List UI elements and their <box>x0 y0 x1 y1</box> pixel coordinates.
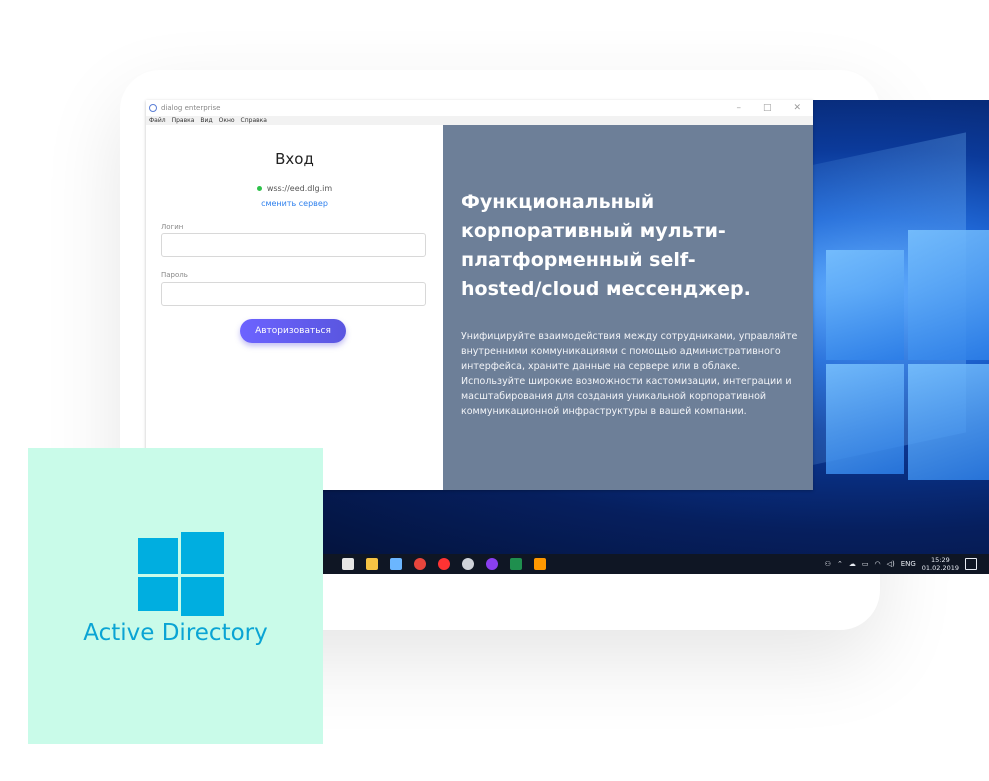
app-window: dialog enterprise – □ ✕ Файл Правка Вид … <box>146 100 813 490</box>
notepad-icon[interactable] <box>390 558 402 570</box>
menu-bar: Файл Правка Вид Окно Справка <box>146 116 813 125</box>
window-content: Вход wss://eed.dlg.im сменить сервер Лог… <box>146 125 813 490</box>
server-status: wss://eed.dlg.im <box>146 184 443 193</box>
password-input[interactable] <box>161 282 426 306</box>
server-address: wss://eed.dlg.im <box>266 184 333 193</box>
menu-view[interactable]: Вид <box>200 117 212 124</box>
windows-wallpaper-logo <box>826 230 989 480</box>
change-server-link[interactable]: сменить сервер <box>146 199 443 208</box>
battery-icon[interactable]: ▭ <box>862 560 869 568</box>
excel-icon[interactable] <box>510 558 522 570</box>
promo-headline: Функциональный корпоративный мульти-плат… <box>461 191 751 300</box>
menu-window[interactable]: Окно <box>219 117 235 124</box>
file-explorer-icon[interactable] <box>366 558 378 570</box>
system-tray: ⚇ ⌃ ☁ ▭ ◠ ◁) ENG 15:29 01.02.2019 <box>825 554 977 574</box>
title-bar: dialog enterprise – □ ✕ <box>146 100 813 116</box>
active-directory-card: Active Directory <box>28 448 323 744</box>
taskbar-apps <box>342 554 546 574</box>
login-panel: Вход wss://eed.dlg.im сменить сервер Лог… <box>146 125 443 490</box>
people-icon[interactable]: ⚇ <box>825 560 831 568</box>
windows-logo-icon <box>138 532 224 616</box>
app-icon <box>149 104 157 112</box>
close-button[interactable]: ✕ <box>793 103 801 113</box>
status-dot-icon <box>256 186 262 191</box>
login-label: Логин <box>161 223 184 231</box>
wifi-icon[interactable]: ◠ <box>874 560 880 568</box>
minimize-button[interactable]: – <box>736 103 741 113</box>
language-indicator[interactable]: ENG <box>901 560 916 568</box>
window-title: dialog enterprise <box>161 104 221 112</box>
clock-time: 15:29 <box>931 556 950 564</box>
chevron-up-icon[interactable]: ⌃ <box>837 560 843 568</box>
sublime-icon[interactable] <box>534 558 546 570</box>
promo-panel: Функциональный корпоративный мульти-плат… <box>443 125 813 490</box>
notification-icon[interactable] <box>965 558 977 570</box>
menu-file[interactable]: Файл <box>149 117 166 124</box>
calculator-icon[interactable] <box>342 558 354 570</box>
yandex-browser-icon[interactable] <box>438 558 450 570</box>
obs-icon[interactable] <box>462 558 474 570</box>
onedrive-icon[interactable]: ☁ <box>849 560 856 568</box>
volume-icon[interactable]: ◁) <box>887 560 895 568</box>
password-label: Пароль <box>161 271 188 279</box>
authorize-button[interactable]: Авторизоваться <box>240 319 346 343</box>
dialog-icon[interactable] <box>486 558 498 570</box>
window-controls: – □ ✕ <box>736 103 801 113</box>
clock[interactable]: 15:29 01.02.2019 <box>922 556 959 572</box>
menu-edit[interactable]: Правка <box>172 117 195 124</box>
active-directory-label: Active Directory <box>83 620 268 646</box>
menu-help[interactable]: Справка <box>241 117 267 124</box>
login-title: Вход <box>275 150 314 168</box>
clock-date: 01.02.2019 <box>921 564 959 572</box>
maximize-button[interactable]: □ <box>763 103 772 113</box>
chrome-icon[interactable] <box>414 558 426 570</box>
promo-body: Унифицируйте взаимодействия между сотруд… <box>461 331 798 417</box>
login-input[interactable] <box>161 233 426 257</box>
